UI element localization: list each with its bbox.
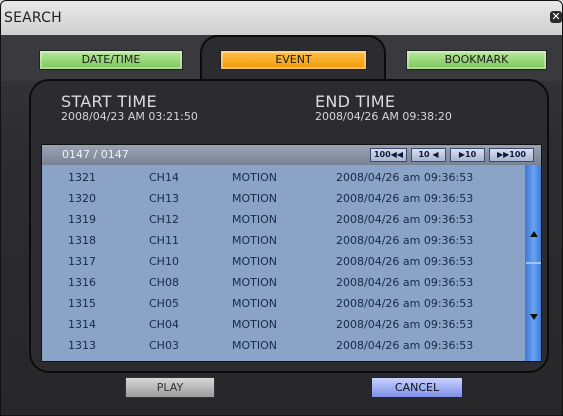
table-row[interactable]: 1316 CH08 MOTION 2008/04/26 am 09:36:53: [42, 272, 525, 293]
table-row[interactable]: 1321 CH14 MOTION 2008/04/26 am 09:36:53: [42, 167, 525, 188]
event-type: MOTION: [232, 255, 277, 268]
back-100-button[interactable]: 100◀◀: [370, 148, 407, 162]
event-time: 2008/04/26 am 09:36:53: [336, 339, 474, 352]
event-type: MOTION: [232, 213, 277, 226]
event-channel: CH12: [149, 213, 179, 226]
title-bar: SEARCH ✕: [1, 1, 562, 35]
close-icon[interactable]: ✕: [550, 11, 562, 23]
end-time-value: 2008/04/26 AM 09:38:20: [315, 110, 452, 123]
event-rows: 1321 CH14 MOTION 2008/04/26 am 09:36:53 …: [42, 165, 525, 361]
event-type: MOTION: [232, 339, 277, 352]
event-time: 2008/04/26 am 09:36:53: [336, 192, 474, 205]
record-count: 0147 / 0147: [62, 148, 129, 161]
back-10-button[interactable]: 10 ◀: [411, 148, 446, 162]
table-row[interactable]: 1313 CH03 MOTION 2008/04/26 am 09:36:53: [42, 335, 525, 356]
table-row[interactable]: 1320 CH13 MOTION 2008/04/26 am 09:36:53: [42, 188, 525, 209]
event-time: 2008/04/26 am 09:36:53: [336, 213, 474, 226]
table-row[interactable]: 1314 CH04 MOTION 2008/04/26 am 09:36:53: [42, 314, 525, 335]
event-id: 1319: [68, 213, 96, 226]
play-button[interactable]: PLAY: [125, 377, 215, 398]
list-header: 0147 / 0147 100◀◀ 10 ◀ ▶10 ▶▶100: [42, 145, 541, 165]
table-row[interactable]: 1319 CH12 MOTION 2008/04/26 am 09:36:53: [42, 209, 525, 230]
event-channel: CH13: [149, 192, 179, 205]
event-channel: CH10: [149, 255, 179, 268]
event-id: 1320: [68, 192, 96, 205]
start-time-label: START TIME: [61, 92, 157, 111]
search-window: SEARCH ✕ DATE/TIME EVENT BOOKMARK START …: [0, 0, 563, 416]
table-row[interactable]: 1315 CH05 MOTION 2008/04/26 am 09:36:53: [42, 293, 525, 314]
tab-date-time[interactable]: DATE/TIME: [39, 50, 183, 70]
event-type: MOTION: [232, 171, 277, 184]
tab-event[interactable]: EVENT: [220, 50, 367, 70]
event-time: 2008/04/26 am 09:36:53: [336, 297, 474, 310]
cancel-button[interactable]: CANCEL: [371, 377, 463, 398]
event-id: 1317: [68, 255, 96, 268]
forward-100-button[interactable]: ▶▶100: [489, 148, 534, 162]
event-id: 1321: [68, 171, 96, 184]
event-type: MOTION: [232, 192, 277, 205]
event-channel: CH14: [149, 171, 179, 184]
event-time: 2008/04/26 am 09:36:53: [336, 255, 474, 268]
event-channel: CH11: [149, 234, 179, 247]
list-scrollbar[interactable]: [526, 165, 541, 361]
event-channel: CH08: [149, 276, 179, 289]
event-id: 1318: [68, 234, 96, 247]
event-id: 1315: [68, 297, 96, 310]
scroll-up-icon[interactable]: [530, 231, 538, 237]
start-time-value: 2008/04/23 AM 03:21:50: [61, 110, 198, 123]
forward-10-button[interactable]: ▶10: [450, 148, 485, 162]
tab-bookmark[interactable]: BOOKMARK: [406, 50, 547, 70]
table-row[interactable]: 1318 CH11 MOTION 2008/04/26 am 09:36:53: [42, 230, 525, 251]
event-time: 2008/04/26 am 09:36:53: [336, 276, 474, 289]
table-row[interactable]: 1317 CH10 MOTION 2008/04/26 am 09:36:53: [42, 251, 525, 272]
event-type: MOTION: [232, 276, 277, 289]
event-time: 2008/04/26 am 09:36:53: [336, 318, 474, 331]
event-type: MOTION: [232, 318, 277, 331]
event-list: 0147 / 0147 100◀◀ 10 ◀ ▶10 ▶▶100 1321 CH…: [41, 144, 542, 362]
event-type: MOTION: [232, 297, 277, 310]
event-type: MOTION: [232, 234, 277, 247]
scroll-down-icon[interactable]: [530, 314, 538, 320]
event-time: 2008/04/26 am 09:36:53: [336, 234, 474, 247]
window-title: SEARCH: [4, 10, 62, 26]
event-channel: CH03: [149, 339, 179, 352]
event-id: 1313: [68, 339, 96, 352]
event-id: 1314: [68, 318, 96, 331]
event-channel: CH04: [149, 318, 179, 331]
end-time-label: END TIME: [315, 92, 396, 111]
scrollbar-divider: [526, 262, 541, 264]
event-time: 2008/04/26 am 09:36:53: [336, 171, 474, 184]
event-channel: CH05: [149, 297, 179, 310]
event-id: 1316: [68, 276, 96, 289]
